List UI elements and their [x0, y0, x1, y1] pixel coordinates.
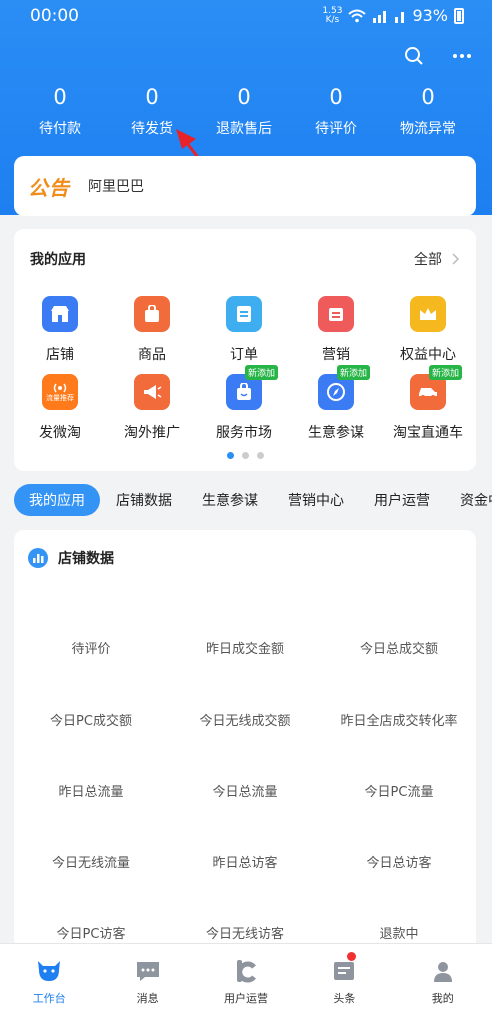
- app-external-promotion[interactable]: 淘外推广: [106, 374, 198, 442]
- market-bag-icon: 新添加: [226, 365, 279, 410]
- app-orders[interactable]: 订单: [198, 296, 290, 364]
- metric-today-traffic[interactable]: 今日总流量: [168, 781, 322, 800]
- metric-today-pc-visitors[interactable]: 今日PC访客: [14, 923, 168, 942]
- wifi-icon: [348, 9, 367, 22]
- app-business-advisor[interactable]: 新添加 生意参谋: [290, 365, 382, 442]
- shop-data-card: 店铺数据 待评价 昨日成交金额 今日总成交额 今日PC成交额 今日无线成交额 昨…: [14, 530, 476, 950]
- marketing-icon: [318, 296, 354, 332]
- network-speed: 1.53 K/s: [322, 5, 343, 25]
- page-dot-active: [226, 452, 234, 459]
- metric-yesterday-gmv[interactable]: 昨日成交金额: [168, 638, 322, 657]
- app-marketing[interactable]: 营销: [290, 296, 382, 364]
- all-apps-link[interactable]: 全部: [414, 249, 460, 269]
- profile-icon: [428, 956, 458, 986]
- battery-percent: 93%: [412, 6, 448, 25]
- battery-icon: [454, 7, 464, 24]
- stat-logistics-exception[interactable]: 0 物流异常: [382, 82, 474, 146]
- search-icon[interactable]: [402, 44, 426, 68]
- shop-data-header: 店铺数据: [28, 548, 114, 568]
- app-benefits-center[interactable]: 权益中心: [382, 296, 474, 364]
- metric-yesterday-visitors[interactable]: 昨日总访客: [168, 852, 322, 871]
- tab-funds[interactable]: 资金中: [460, 490, 492, 510]
- bar-chart-icon: [28, 548, 48, 568]
- page-dot: [241, 452, 249, 459]
- shop-icon: [42, 296, 78, 332]
- bag-icon: [134, 296, 170, 332]
- status-time: 00:00: [30, 6, 79, 26]
- metric-today-pc-traffic[interactable]: 今日PC流量: [322, 781, 476, 800]
- tab-user-ops[interactable]: 用户运营: [197, 944, 295, 1011]
- broadcast-icon: 流量推荐: [42, 374, 78, 410]
- tab-mine[interactable]: 我的: [394, 944, 492, 1011]
- my-apps-card: 我的应用 全部 店铺 商品 订单 营销 权益中心 流量推荐 发微淘 淘外推广 新…: [14, 229, 476, 471]
- new-badge: 新添加: [429, 365, 463, 380]
- tab-messages[interactable]: 消息: [98, 944, 196, 1011]
- page-dot: [256, 452, 264, 459]
- my-apps-title: 我的应用: [30, 252, 86, 268]
- app-shop[interactable]: 店铺: [14, 296, 106, 364]
- notice-bar[interactable]: 公告 阿里巴巴: [14, 156, 476, 216]
- tab-user-operations[interactable]: 用户运营: [374, 490, 430, 510]
- more-icon[interactable]: [450, 44, 474, 68]
- metric-refunding[interactable]: 退款中: [322, 923, 476, 942]
- status-bar: 00:00 1.53 K/s 93%: [0, 0, 492, 32]
- tab-marketing-center[interactable]: 营销中心: [288, 490, 344, 510]
- metric-today-total-gmv[interactable]: 今日总成交额: [322, 638, 476, 657]
- page-indicator: [14, 452, 476, 459]
- car-icon: 新添加: [410, 365, 463, 410]
- cow-icon: [34, 956, 64, 986]
- header-actions: [402, 44, 474, 68]
- status-icons: 1.53 K/s 93%: [322, 6, 464, 25]
- metric-yesterday-traffic[interactable]: 昨日总流量: [14, 781, 168, 800]
- tab-my-apps[interactable]: 我的应用: [14, 484, 100, 516]
- metric-yesterday-conversion[interactable]: 昨日全店成交转化率: [322, 710, 476, 729]
- notice-tag: 公告: [28, 175, 70, 200]
- metric-today-mobile-visitors[interactable]: 今日无线访客: [168, 923, 322, 942]
- metric-today-mobile-gmv[interactable]: 今日无线成交额: [168, 710, 322, 729]
- tab-workbench[interactable]: 工作台: [0, 944, 98, 1011]
- app-goods[interactable]: 商品: [106, 296, 198, 364]
- stat-pending-review[interactable]: 0 待评价: [290, 82, 382, 146]
- signal-icon-2: [395, 11, 405, 23]
- order-icon: [226, 296, 262, 332]
- new-badge: 新添加: [245, 365, 279, 380]
- stat-pending-payment[interactable]: 0 待付款: [14, 82, 106, 146]
- tab-business-advisor[interactable]: 生意参谋: [202, 490, 258, 510]
- metric-today-pc-gmv[interactable]: 今日PC成交额: [14, 710, 168, 729]
- app-taobao-express[interactable]: 新添加 淘宝直通车: [382, 365, 474, 442]
- tab-headlines[interactable]: 头条: [295, 944, 393, 1011]
- compass-icon: 新添加: [318, 365, 371, 410]
- app-service-market[interactable]: 新添加 服务市场: [198, 365, 290, 442]
- category-tabs: 我的应用 店铺数据 生意参谋 营销中心 用户运营 资金中: [0, 484, 492, 516]
- metric-today-visitors[interactable]: 今日总访客: [322, 852, 476, 871]
- bottom-tab-bar: 工作台 消息 用户运营 头条 我的: [0, 943, 492, 1011]
- metric-pending-review[interactable]: 待评价: [14, 638, 168, 657]
- megaphone-icon: [134, 374, 170, 410]
- tab-shop-data[interactable]: 店铺数据: [116, 490, 172, 510]
- chevron-right-icon: [452, 253, 460, 265]
- crown-icon: [410, 296, 446, 332]
- news-icon: [329, 956, 359, 986]
- app-weitao[interactable]: 流量推荐 发微淘: [14, 374, 106, 442]
- notice-text: 阿里巴巴: [88, 179, 144, 195]
- new-badge: 新添加: [337, 365, 371, 380]
- message-icon: [133, 956, 163, 986]
- users-ops-icon: [231, 956, 261, 986]
- metric-today-mobile-traffic[interactable]: 今日无线流量: [14, 852, 168, 871]
- signal-icon: [373, 10, 387, 23]
